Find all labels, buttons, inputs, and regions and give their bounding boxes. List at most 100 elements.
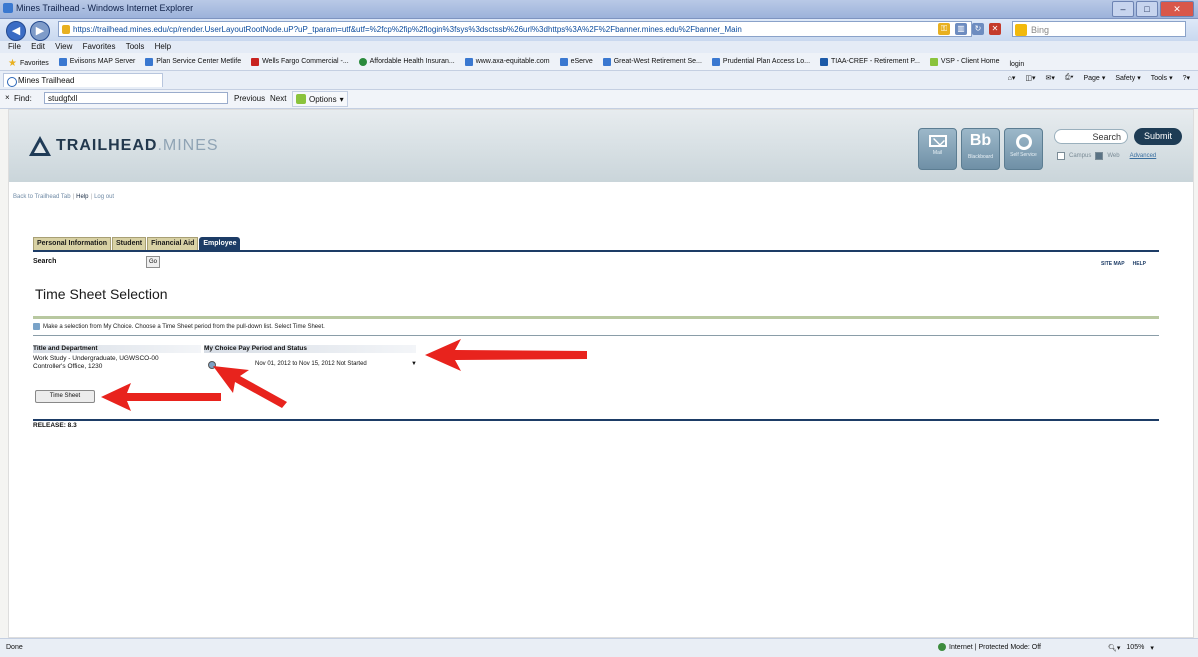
find-options-label: Options: [309, 94, 337, 104]
find-options-button[interactable]: Options ▾: [292, 91, 348, 107]
blackboard-icon: Bb: [969, 132, 992, 149]
favorite-label: VSP - Client Home: [940, 58, 1000, 65]
menu-file[interactable]: File: [8, 41, 21, 53]
favorite-link[interactable]: Plan Service Center Metlife: [145, 53, 241, 70]
site-map-link[interactable]: SITE MAP: [1101, 261, 1125, 267]
tab-personal-information[interactable]: Personal Information: [33, 237, 112, 250]
refresh-icon[interactable]: ↻: [972, 23, 984, 35]
go-button[interactable]: Go: [146, 256, 160, 268]
self-service-app-button[interactable]: Self Service: [1004, 128, 1043, 170]
safety-menu[interactable]: Safety ▾: [1115, 74, 1140, 83]
favorite-link[interactable]: eServe: [559, 53, 593, 70]
web-option-label: Web: [1107, 153, 1120, 159]
advanced-search-link[interactable]: Advanced: [1130, 153, 1157, 159]
search-scope-options: Campus Web Advanced: [1057, 152, 1156, 160]
ring-icon: [1015, 134, 1032, 150]
url-text: https://trailhead.mines.edu/cp/render.Us…: [73, 25, 742, 34]
find-previous-button[interactable]: Previous: [234, 94, 265, 103]
favorite-link[interactable]: VSP - Client Home: [929, 53, 1000, 70]
maximize-icon[interactable]: □: [1136, 1, 1158, 17]
home-icon[interactable]: ⌂▾: [1008, 74, 1016, 82]
favorite-link[interactable]: Eviisons MAP Server: [58, 53, 135, 70]
info-icon: [33, 323, 40, 330]
tab-employee[interactable]: Employee: [199, 237, 241, 250]
header-choice-period: My Choice Pay Period and Status: [204, 345, 416, 353]
favorite-link[interactable]: Great-West Retirement Se...: [602, 53, 702, 70]
security-zone[interactable]: Internet | Protected Mode: Off: [938, 643, 1041, 651]
favorite-label: Affordable Health Insuran...: [369, 58, 455, 65]
status-text: Done: [6, 644, 23, 651]
help-icon[interactable]: ?▾: [1183, 74, 1190, 82]
feeds-icon[interactable]: ◫▾: [1025, 74, 1035, 82]
logo-secondary: .MINES: [157, 137, 219, 154]
close-find-icon[interactable]: ×: [5, 93, 10, 102]
print-icon[interactable]: ⎙▾: [1065, 74, 1074, 82]
header-pay-period: Pay Period and Status: [238, 345, 307, 352]
logo-mark-icon: [29, 136, 51, 156]
forward-arrow-icon[interactable]: ▶: [30, 21, 50, 41]
self-service-caption: Self Service: [1010, 152, 1037, 158]
favorite-link[interactable]: Affordable Health Insuran...: [358, 53, 455, 70]
stop-icon[interactable]: ✕: [989, 23, 1001, 35]
close-icon[interactable]: ✕: [1160, 1, 1194, 17]
favorite-label: TIAA-CREF - Retirement P...: [830, 58, 920, 65]
page-icon: [145, 57, 154, 66]
address-bar: ◀ ▶ https://trailhead.mines.edu/cp/rende…: [0, 19, 1198, 41]
page-title: Time Sheet Selection: [35, 286, 168, 302]
header-title-department: Title and Department: [33, 345, 201, 353]
find-next-button[interactable]: Next: [270, 94, 286, 103]
menu-tools[interactable]: Tools: [126, 41, 145, 53]
ie-icon: [3, 3, 13, 13]
favorite-link[interactable]: TIAA-CREF - Retirement P...: [819, 53, 920, 70]
help-link[interactable]: Help: [76, 194, 88, 200]
page-icon: [929, 57, 938, 66]
web-search-input[interactable]: Bing: [1012, 21, 1186, 37]
favorite-link[interactable]: Wells Fargo Commercial -...: [251, 53, 349, 70]
menu-favorites[interactable]: Favorites: [83, 41, 116, 53]
back-arrow-icon[interactable]: ◀: [6, 21, 26, 41]
minimize-icon[interactable]: –: [1112, 1, 1134, 17]
blackboard-app-button[interactable]: Bb Blackboard: [961, 128, 1000, 170]
site-search-submit-button[interactable]: Submit: [1134, 128, 1182, 145]
ssl-lock-icon: [62, 25, 70, 34]
find-input[interactable]: studgfxll: [44, 92, 228, 104]
compatibility-icon[interactable]: ▥: [955, 23, 967, 35]
security-report-icon[interactable]: ⚿: [938, 23, 950, 35]
mail-icon[interactable]: ✉▾: [1046, 74, 1055, 82]
page-menu[interactable]: Page ▾: [1083, 74, 1105, 83]
menu-bar: File Edit View Favorites Tools Help: [0, 41, 1198, 53]
zoom-control[interactable]: 🔍︎▾ 105% ▾: [1108, 644, 1154, 652]
instruction-text: Make a selection from My Choice. Choose …: [33, 323, 325, 330]
tab-title: Mines Trailhead: [18, 76, 75, 85]
url-input[interactable]: https://trailhead.mines.edu/cp/render.Us…: [58, 21, 972, 37]
tab-financial-aid[interactable]: Financial Aid: [147, 237, 199, 250]
web-checkbox[interactable]: [1095, 152, 1104, 160]
page-icon: [464, 57, 473, 66]
browser-tab[interactable]: Mines Trailhead: [3, 73, 163, 87]
menu-view[interactable]: View: [55, 41, 72, 53]
trailhead-logo[interactable]: TRAILHEAD .MINES: [29, 136, 219, 156]
campus-checkbox[interactable]: [1057, 152, 1065, 160]
main-tabs: Personal Information Student Financial A…: [33, 237, 241, 250]
mail-app-button[interactable]: Mail: [918, 128, 957, 170]
zoom-level: 105%: [1126, 644, 1145, 651]
help-top-link[interactable]: HELP: [1133, 261, 1146, 267]
breadcrumb: Back to Trailhead Tab | Help | Log out: [13, 194, 115, 200]
menu-edit[interactable]: Edit: [31, 41, 45, 53]
tools-menu[interactable]: Tools ▾: [1151, 74, 1173, 83]
menu-help[interactable]: Help: [155, 41, 171, 53]
log-out-link[interactable]: Log out: [94, 194, 114, 200]
favorite-link[interactable]: Prudential Plan Access Lo...: [711, 53, 810, 70]
tab-student[interactable]: Student: [112, 237, 147, 250]
address-actions: ⚿ ▥ ↻ ✕: [938, 23, 1001, 35]
favorites-button[interactable]: ★ Favorites: [8, 55, 49, 71]
time-sheet-button[interactable]: Time Sheet: [35, 390, 95, 403]
favorite-link[interactable]: www.axa-equitable.com: [464, 53, 550, 70]
back-to-trailhead-link[interactable]: Back to Trailhead Tab: [13, 194, 71, 200]
favorite-link[interactable]: login: [1009, 56, 1024, 71]
page-icon: [602, 57, 611, 66]
star-icon: ★: [8, 57, 17, 69]
chevron-down-icon: ▼: [411, 361, 417, 367]
globe-icon: [938, 643, 946, 651]
site-search-input[interactable]: Search: [1054, 129, 1128, 144]
